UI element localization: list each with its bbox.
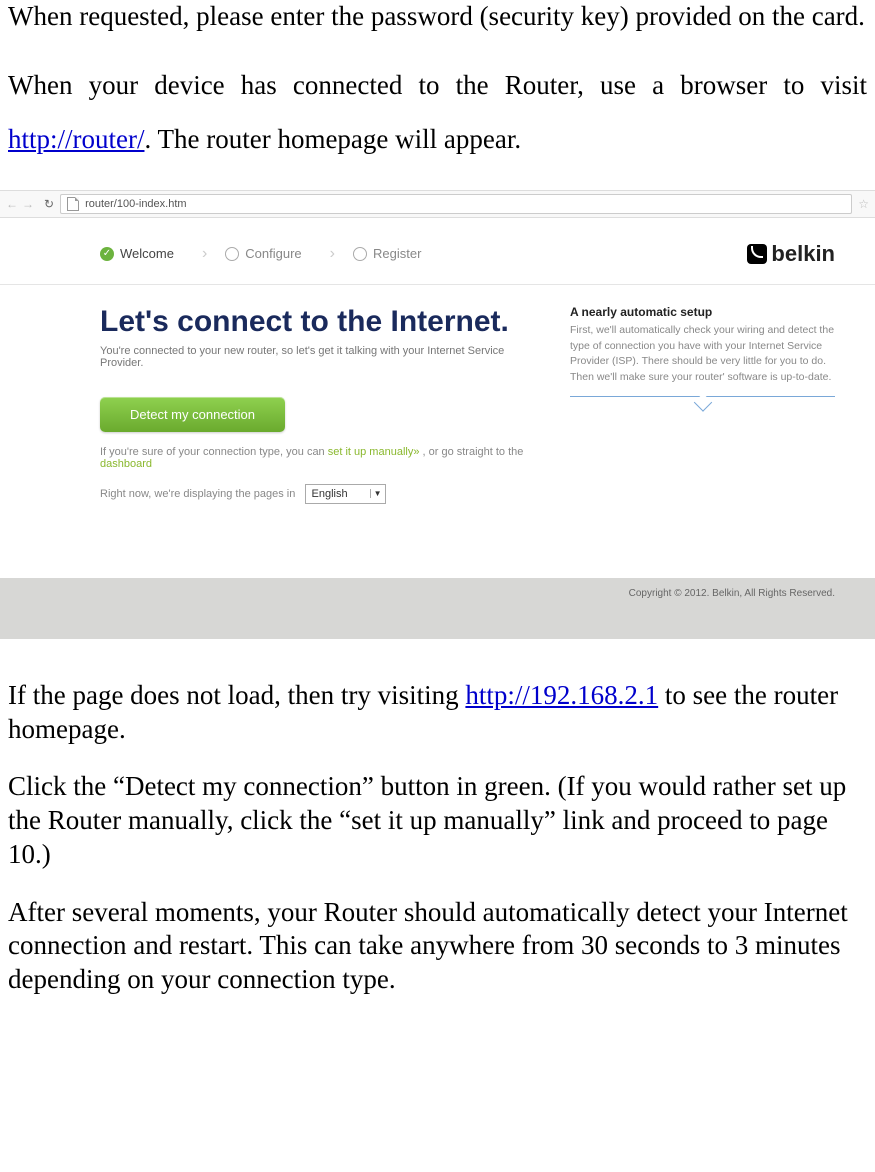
- page-headline: Let's connect to the Internet.: [100, 305, 540, 339]
- language-select[interactable]: English ▼: [305, 484, 386, 504]
- step-label: Welcome: [120, 246, 174, 261]
- text-run: , or go straight to the: [419, 446, 523, 458]
- circle-icon: [225, 247, 239, 261]
- ip-link[interactable]: http://192.168.2.1: [465, 680, 658, 710]
- reload-icon[interactable]: ↻: [44, 197, 54, 211]
- bookmark-star-icon[interactable]: ☆: [858, 197, 869, 211]
- doc-paragraph: If the page does not load, then try visi…: [8, 679, 867, 747]
- doc-paragraph: When requested, please enter the passwor…: [8, 0, 867, 34]
- text-run: Right now, we're displaying the pages in: [100, 488, 295, 500]
- detect-connection-button[interactable]: Detect my connection: [100, 397, 285, 432]
- language-line: Right now, we're displaying the pages in…: [100, 484, 540, 504]
- page-subhead: You're connected to your new router, so …: [100, 345, 540, 369]
- setup-steps: ✓ Welcome › Configure › Register belkin: [0, 234, 875, 274]
- content-row: Let's connect to the Internet. You're co…: [0, 305, 875, 518]
- main-column: Let's connect to the Internet. You're co…: [100, 305, 540, 518]
- side-text: First, we'll automatically check your wi…: [570, 323, 835, 386]
- step-configure[interactable]: Configure: [225, 246, 301, 261]
- step-label: Configure: [245, 246, 301, 261]
- address-bar[interactable]: router/100-index.htm: [60, 194, 852, 214]
- logo-text: belkin: [771, 241, 835, 267]
- chevron-down-icon: ▼: [370, 489, 385, 498]
- chevron-right-icon: ›: [202, 245, 207, 263]
- embedded-screenshot: ←→ ↻ router/100-index.htm ☆ ✓ Welcome › …: [0, 190, 875, 639]
- back-forward-icons[interactable]: ←→: [6, 197, 38, 211]
- chevron-right-icon: ›: [330, 245, 335, 263]
- step-register[interactable]: Register: [353, 246, 421, 261]
- router-link[interactable]: http://router/: [8, 124, 144, 154]
- step-label: Register: [373, 246, 421, 261]
- side-title: A nearly automatic setup: [570, 305, 835, 319]
- dashboard-link[interactable]: dashboard: [100, 458, 152, 470]
- page-footer: Copyright © 2012. Belkin, All Rights Res…: [0, 578, 875, 639]
- url-text: router/100-index.htm: [85, 198, 187, 210]
- page-icon: [67, 197, 79, 211]
- side-column: A nearly automatic setup First, we'll au…: [570, 305, 835, 518]
- router-page: ✓ Welcome › Configure › Register belkin …: [0, 218, 875, 639]
- callout-pointer: [570, 396, 835, 411]
- language-value: English: [306, 488, 370, 500]
- divider: [0, 284, 875, 285]
- document-body: When requested, please enter the passwor…: [0, 0, 875, 166]
- doc-paragraph: Click the “Detect my connection” button …: [8, 770, 867, 871]
- text-run: If you're sure of your connection type, …: [100, 446, 328, 458]
- document-body: If the page does not load, then try visi…: [0, 679, 875, 997]
- browser-toolbar: ←→ ↻ router/100-index.htm ☆: [0, 191, 875, 218]
- step-welcome[interactable]: ✓ Welcome: [100, 246, 174, 261]
- belkin-logo: belkin: [747, 241, 835, 267]
- doc-paragraph: When your device has connected to the Ro…: [8, 58, 867, 166]
- manual-setup-line: If you're sure of your connection type, …: [100, 446, 540, 470]
- circle-icon: [353, 247, 367, 261]
- text-run: When your device has connected to the Ro…: [8, 70, 867, 100]
- text-run: If the page does not load, then try visi…: [8, 680, 465, 710]
- check-icon: ✓: [100, 247, 114, 261]
- manual-setup-link[interactable]: set it up manually»: [328, 446, 420, 458]
- doc-paragraph: After several moments, your Router shoul…: [8, 896, 867, 997]
- text-run: . The router homepage will appear.: [144, 124, 521, 154]
- logo-icon: [747, 244, 767, 264]
